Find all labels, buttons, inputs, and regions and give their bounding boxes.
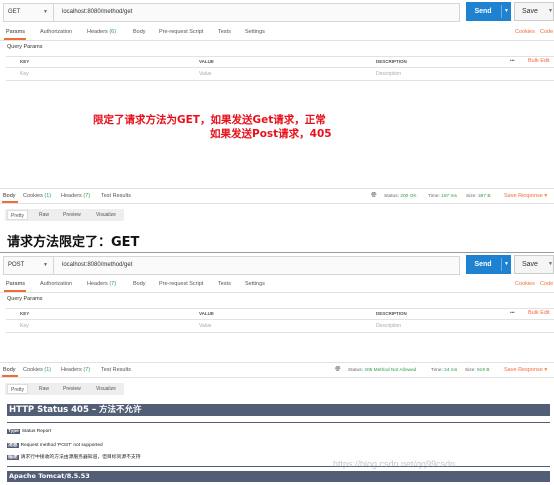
globe-icon: 🌐︎ [335, 366, 341, 373]
chevron-down-icon: ▼ [504, 8, 509, 14]
tab-params[interactable]: Params [6, 281, 25, 287]
error-message-row: 消息 Request method 'POST' not supported [7, 443, 103, 448]
response-tab-cookies[interactable]: Cookies (1) [23, 193, 51, 199]
response-time: Time: 197 ms [428, 194, 457, 199]
description-input[interactable]: Description [376, 323, 401, 329]
view-pretty[interactable]: Pretty [7, 384, 29, 394]
error-page-title: HTTP Status 405 – 方法不允许 [7, 404, 550, 416]
value-input[interactable]: Value [199, 71, 211, 77]
chevron-down-icon: ▼ [43, 9, 48, 15]
key-column-header: KEY [20, 311, 30, 316]
cookies-link[interactable]: Cookies [515, 29, 535, 35]
section-heading: 请求方法限定了：GET [7, 235, 140, 250]
annotation-line-2: 如果发送Post请求，405 [210, 128, 332, 140]
more-options-icon[interactable]: ••• [510, 310, 515, 315]
tab-authorization[interactable]: Authorization [40, 29, 72, 35]
tab-authorization[interactable]: Authorization [40, 281, 72, 287]
key-column-header: KEY [20, 59, 30, 64]
url-input[interactable]: localhost:8080/method/get [62, 257, 132, 274]
view-preview[interactable]: Preview [60, 210, 84, 220]
tab-settings[interactable]: Settings [245, 281, 265, 287]
save-response-button[interactable]: Save Response ▾ [504, 193, 547, 199]
view-raw[interactable]: Raw [36, 210, 52, 220]
response-size: Size: 919 B [465, 368, 490, 373]
response-tab-test-results[interactable]: Test Results [101, 193, 131, 199]
code-link[interactable]: Code [540, 29, 553, 35]
save-button[interactable]: Save ▼ [514, 2, 554, 21]
error-type-row: Type Status Report [7, 429, 52, 434]
globe-icon: 🌐︎ [371, 192, 377, 199]
response-size: Size: 387 B [466, 194, 491, 199]
tab-headers[interactable]: Headers (7) [87, 281, 116, 287]
tab-tests[interactable]: Tests [218, 29, 231, 35]
response-tab-headers[interactable]: Headers (7) [61, 193, 90, 199]
response-tab-body[interactable]: Body [3, 193, 16, 199]
save-response-button[interactable]: Save Response ▾ [504, 367, 547, 373]
send-button[interactable]: Send ▼ [466, 2, 511, 21]
tab-settings[interactable]: Settings [245, 29, 265, 35]
view-visualize[interactable]: Visualize [93, 210, 119, 220]
bulk-edit-link[interactable]: Bulk Edit [528, 58, 550, 64]
method-value: POST [8, 262, 25, 268]
view-pretty[interactable]: Pretty [7, 210, 29, 220]
response-status: Status: 200 OK [384, 194, 417, 199]
response-tab-cookies[interactable]: Cookies (1) [23, 367, 51, 373]
chevron-down-icon: ▼ [548, 8, 553, 14]
chevron-down-icon: ▼ [548, 261, 553, 267]
tab-pre-request-script[interactable]: Pre-request Script [159, 29, 203, 35]
cookies-link[interactable]: Cookies [515, 281, 535, 287]
tab-body[interactable]: Body [133, 29, 146, 35]
url-input[interactable]: localhost:8080/method/get [62, 4, 132, 21]
tab-headers[interactable]: Headers (6) [87, 29, 116, 35]
send-button[interactable]: Send ▼ [466, 255, 511, 274]
more-options-icon[interactable]: ••• [510, 58, 515, 63]
chevron-down-icon: ▼ [504, 261, 509, 267]
description-column-header: DESCRIPTION [376, 59, 407, 64]
chevron-down-icon: ▼ [43, 262, 48, 268]
response-status: Status: 405 Method Not Allowed [348, 368, 417, 373]
value-column-header: VALUE [199, 59, 214, 64]
tab-tests[interactable]: Tests [218, 281, 231, 287]
key-input[interactable]: Key [20, 71, 29, 77]
response-tab-headers[interactable]: Headers (7) [61, 367, 90, 373]
method-value: GET [8, 9, 21, 15]
description-input[interactable]: Description [376, 71, 401, 77]
annotation-line-1: 限定了请求方法为GET，如果发送Get请求，正常 [93, 114, 326, 126]
bulk-edit-link[interactable]: Bulk Edit [528, 310, 550, 316]
key-input[interactable]: Key [20, 323, 29, 329]
code-link[interactable]: Code [540, 281, 553, 287]
view-preview[interactable]: Preview [60, 384, 84, 394]
description-column-header: DESCRIPTION [376, 311, 407, 316]
view-visualize[interactable]: Visualize [93, 384, 119, 394]
response-tab-test-results[interactable]: Test Results [101, 367, 131, 373]
server-footer: Apache Tomcat/8.5.53 [7, 471, 550, 482]
tab-params[interactable]: Params [6, 29, 25, 35]
error-description-row: 描述 请求行中接收的方法由源服务器知道，但目标资源不支持 [7, 455, 141, 460]
watermark: https://blog.csdn.net/qq99csdn [333, 459, 456, 469]
query-params-label: Query Params [7, 44, 43, 50]
view-raw[interactable]: Raw [36, 384, 52, 394]
response-tab-body[interactable]: Body [3, 367, 16, 373]
headers-count: (7) [109, 281, 117, 287]
save-button[interactable]: Save ▼ [514, 255, 554, 274]
request-url-bar: POST ▼ localhost:8080/method/get [3, 256, 460, 275]
tab-pre-request-script[interactable]: Pre-request Script [159, 281, 203, 287]
request-url-bar: GET ▼ localhost:8080/method/get [3, 3, 460, 22]
response-time: Time: 24 ms [431, 368, 458, 373]
value-column-header: VALUE [199, 311, 214, 316]
method-select[interactable]: GET ▼ [4, 4, 54, 21]
value-input[interactable]: Value [199, 323, 211, 329]
tab-body[interactable]: Body [133, 281, 146, 287]
method-select[interactable]: POST ▼ [4, 257, 54, 274]
query-params-label: Query Params [7, 296, 43, 302]
headers-count: (6) [109, 29, 117, 35]
